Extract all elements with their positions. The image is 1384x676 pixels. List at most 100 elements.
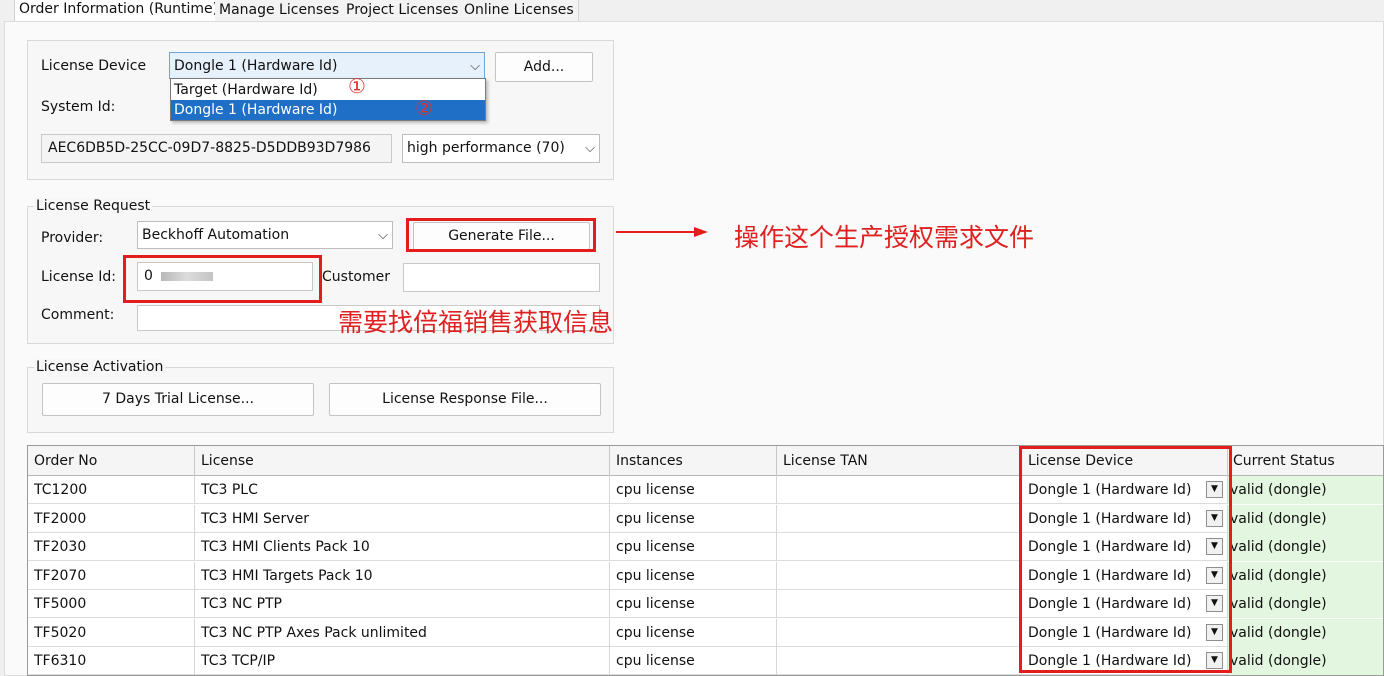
comment-label: Comment: xyxy=(41,307,115,323)
dropdown-arrow-icon[interactable]: ▼ xyxy=(1206,595,1223,612)
table-header-row: Order No License Instances License TAN L… xyxy=(28,446,1383,476)
dropdown-arrow-icon[interactable]: ▼ xyxy=(1206,652,1223,669)
cell-license-text: TC3 NC PTP Axes Pack unlimited xyxy=(201,624,427,641)
column-header-instances[interactable]: Instances xyxy=(610,446,777,476)
cell-license-text: TC3 HMI Clients Pack 10 xyxy=(201,539,370,555)
dropdown-option-target[interactable]: Target (Hardware Id) xyxy=(171,80,485,100)
cell-order-no: TF2000 xyxy=(28,504,195,533)
customer-label: Customer xyxy=(322,269,391,285)
cell-license-device[interactable]: Dongle 1 (Hardware Id) ▼ xyxy=(1022,561,1228,590)
cell-license-tan xyxy=(777,533,1022,561)
cell-license-device[interactable]: Dongle 1 (Hardware Id) ▼ xyxy=(1022,533,1228,561)
dropdown-arrow-icon[interactable]: ▼ xyxy=(1206,538,1223,555)
generate-file-button[interactable]: Generate File... xyxy=(413,222,590,250)
tab-online-licenses[interactable]: Online Licenses xyxy=(460,0,579,22)
table-row[interactable]: TF5000 TC3 NC PTP cpu license Dongle 1 (Har… xyxy=(28,590,1383,618)
license-device-label: License Device xyxy=(41,58,147,74)
dropdown-arrow-icon[interactable]: ▼ xyxy=(1206,509,1223,527)
cell-license: TC3 HMI Server xyxy=(195,504,610,533)
cell-current-status-text: valid (dongle) xyxy=(1230,624,1327,641)
cell-current-status: valid (dongle) xyxy=(1228,504,1383,533)
cell-instances-text: cpu license xyxy=(616,624,695,641)
table-row[interactable]: TF2070 TC3 HMI Targets Pack 10 cpu license… xyxy=(28,561,1383,590)
cell-license: TC3 TCP/IP xyxy=(195,647,610,675)
cell-instances-text: cpu license xyxy=(616,510,695,527)
cell-license-tan xyxy=(777,647,1022,675)
license-device-select[interactable]: Dongle 1 (Hardware Id) ⌵ xyxy=(169,52,485,79)
table-row[interactable]: TF2030 TC3 HMI Clients Pack 10 cpu license… xyxy=(28,533,1383,561)
dropdown-arrow-icon[interactable]: ▼ xyxy=(1206,623,1223,641)
cell-license-device-text: Dongle 1 (Hardware Id) xyxy=(1028,510,1192,527)
step-marker-1: ① xyxy=(348,74,366,98)
cell-instances: cpu license xyxy=(610,476,777,504)
cell-instances-text: cpu license xyxy=(616,567,695,584)
column-header-license-device[interactable]: License Device xyxy=(1022,446,1228,476)
column-header-order-no[interactable]: Order No xyxy=(28,446,195,476)
license-device-value: Dongle 1 (Hardware Id) xyxy=(174,58,338,74)
customer-field[interactable] xyxy=(403,263,600,292)
cell-license-device[interactable]: Dongle 1 (Hardware Id) ▼ xyxy=(1022,647,1228,675)
cell-instances: cpu license xyxy=(610,504,777,533)
cell-license-device[interactable]: Dongle 1 (Hardware Id) ▼ xyxy=(1022,504,1228,533)
dropdown-arrow-icon[interactable]: ▼ xyxy=(1206,481,1223,498)
license-device-dropdown: Target (Hardware Id) Dongle 1 (Hardware … xyxy=(170,78,486,121)
cell-current-status: valid (dongle) xyxy=(1228,647,1383,675)
tab-project-licenses[interactable]: Project Licenses xyxy=(342,0,464,22)
trial-license-button[interactable]: 7 Days Trial License... xyxy=(42,383,314,416)
cell-instances: cpu license xyxy=(610,647,777,675)
cell-license-device[interactable]: Dongle 1 (Hardware Id) ▼ xyxy=(1022,476,1228,504)
table-row[interactable]: TF5020 TC3 NC PTP Axes Pack unlimited cpu … xyxy=(28,618,1383,647)
cell-license-text: TC3 TCP/IP xyxy=(201,653,276,669)
table-row[interactable]: TF2000 TC3 HMI Server cpu license Dongle 1 … xyxy=(28,504,1383,533)
chevron-down-icon: ⌵ xyxy=(470,59,480,74)
license-request-title: License Request xyxy=(34,198,153,214)
cell-license-device-text: Dongle 1 (Hardware Id) xyxy=(1028,653,1192,669)
provider-select[interactable]: Beckhoff Automation ⌵ xyxy=(137,221,393,249)
provider-value: Beckhoff Automation xyxy=(142,227,290,243)
cell-current-status-text: valid (dongle) xyxy=(1230,482,1327,498)
tab-order-information[interactable]: Order Information (Runtime) xyxy=(14,0,224,22)
cell-order-no: TF2070 xyxy=(28,561,195,590)
generate-file-note: 操作这个生产授权需求文件 xyxy=(734,223,1035,252)
cell-order-no: TF5000 xyxy=(28,590,195,618)
cell-license-device-text: Dongle 1 (Hardware Id) xyxy=(1028,624,1192,641)
cell-license: TC3 HMI Targets Pack 10 xyxy=(195,561,610,590)
license-response-file-button[interactable]: License Response File... xyxy=(329,383,601,416)
license-activation-title: License Activation xyxy=(34,359,166,375)
cell-license-text: TC3 HMI Targets Pack 10 xyxy=(201,567,373,584)
cell-license-tan xyxy=(777,618,1022,647)
cell-instances-text: cpu license xyxy=(616,596,695,612)
cell-license-device-text: Dongle 1 (Hardware Id) xyxy=(1028,596,1192,612)
add-device-button[interactable]: Add... xyxy=(495,52,593,82)
step-marker-2: ② xyxy=(415,96,433,120)
license-id-field[interactable]: 0 xyxy=(137,262,313,291)
cell-instances: cpu license xyxy=(610,561,777,590)
cell-license-device[interactable]: Dongle 1 (Hardware Id) ▼ xyxy=(1022,590,1228,618)
column-header-license[interactable]: License xyxy=(195,446,610,476)
cell-order-no: TF2030 xyxy=(28,533,195,561)
cell-order-no-text: TF6310 xyxy=(34,653,87,669)
cell-current-status-text: valid (dongle) xyxy=(1230,653,1327,669)
cell-license-device[interactable]: Dongle 1 (Hardware Id) ▼ xyxy=(1022,618,1228,647)
dropdown-arrow-icon[interactable]: ▼ xyxy=(1206,566,1223,584)
cell-license-device-text: Dongle 1 (Hardware Id) xyxy=(1028,482,1192,498)
column-header-current-status[interactable]: Current Status xyxy=(1228,446,1383,476)
system-id-label: System Id: xyxy=(41,99,116,115)
cell-order-no-text: TF2070 xyxy=(34,567,87,584)
performance-select[interactable]: high performance (70) ⌵ xyxy=(402,134,600,163)
cell-order-no: TC1200 xyxy=(28,476,195,504)
tab-manage-licenses[interactable]: Manage Licenses xyxy=(215,0,345,22)
dropdown-option-dongle[interactable]: Dongle 1 (Hardware Id) xyxy=(171,100,485,120)
license-id-label: License Id: xyxy=(41,269,116,285)
table-row[interactable]: TC1200 TC3 PLC cpu license Dongle 1 (Hardwa… xyxy=(28,476,1383,504)
license-id-note: 需要找倍福销售获取信息 xyxy=(338,308,614,337)
cell-license-tan xyxy=(777,590,1022,618)
table-row[interactable]: TF6310 TC3 TCP/IP cpu license Dongle 1 (Har… xyxy=(28,647,1383,675)
cell-order-no-text: TC1200 xyxy=(34,482,88,498)
cell-instances-text: cpu license xyxy=(616,653,695,669)
system-id-field[interactable]: AEC6DB5D-25CC-09D7-8825-D5DDB93D7986 xyxy=(41,134,392,163)
cell-current-status: valid (dongle) xyxy=(1228,476,1383,504)
column-header-license-tan[interactable]: License TAN xyxy=(777,446,1022,476)
cell-order-no-text: TF5020 xyxy=(34,624,87,641)
cell-license-tan xyxy=(777,504,1022,533)
